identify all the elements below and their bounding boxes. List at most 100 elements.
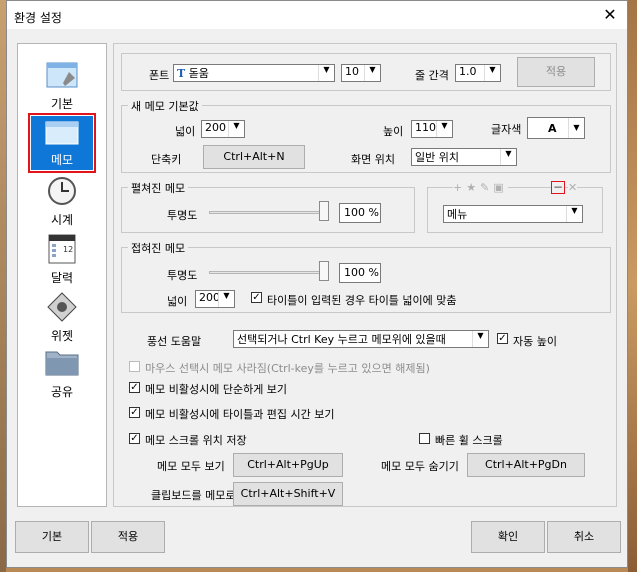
- collapsed-opacity-label: 투명도: [167, 269, 198, 282]
- sidebar-item-calendar[interactable]: 12 달력: [31, 232, 93, 286]
- sidebar-item-clock[interactable]: 시계: [31, 174, 93, 228]
- menu-value: 메뉴: [447, 208, 468, 221]
- menu-select[interactable]: 메뉴 ▼: [443, 205, 583, 223]
- default-button[interactable]: 기본: [15, 521, 89, 553]
- font-apply-button[interactable]: 적용: [517, 57, 595, 87]
- fast-wheel-checkbox[interactable]: [419, 433, 430, 444]
- window-icon: [46, 62, 78, 88]
- chevron-down-icon: ▼: [566, 206, 582, 222]
- balloon-help-label: 풍선 도움말: [147, 335, 202, 348]
- delete-icon[interactable]: ✕: [568, 181, 578, 194]
- simple-view-checkbox[interactable]: ✓: [129, 382, 140, 393]
- chevron-down-icon: ▼: [472, 331, 488, 347]
- close-icon[interactable]: ✕: [599, 5, 621, 25]
- collapsed-width-value: 200: [199, 291, 220, 304]
- category-sidebar: 기본 메모 시계 12 달력 위젯 공유: [17, 43, 107, 507]
- line-spacing-select[interactable]: 1.0 ▼: [455, 64, 501, 82]
- collapsed-width-label: 넓이: [167, 295, 188, 308]
- balloon-help-value: 선택되거나 Ctrl Key 누르고 메모위에 있을때: [237, 333, 446, 346]
- widget-icon: [47, 292, 77, 322]
- star-icon[interactable]: ★: [466, 181, 480, 194]
- expanded-opacity-label: 투명도: [167, 209, 198, 222]
- font-type-icon: T: [177, 67, 186, 80]
- shortcut-label: 단축키: [151, 153, 182, 166]
- clipboard-label: 클립보드를 메모로: [151, 489, 236, 502]
- show-all-label: 메모 모두 보기: [157, 460, 225, 473]
- hide-all-shortcut-field[interactable]: Ctrl+Alt+PgDn: [467, 453, 585, 477]
- new-memo-width-label: 넓이: [175, 125, 196, 138]
- sidebar-item-label: 공유: [50, 385, 74, 399]
- chevron-down-icon: ▼: [228, 121, 244, 137]
- expanded-opacity-slider[interactable]: [319, 201, 329, 221]
- font-value: 돋움: [188, 67, 209, 80]
- plus-icon[interactable]: +: [453, 181, 466, 194]
- text-color-value: A: [548, 122, 557, 135]
- sidebar-item-widget[interactable]: 위젯: [31, 290, 93, 344]
- new-memo-group-label: 새 메모 기본값: [128, 98, 202, 114]
- folder-icon: [45, 351, 79, 376]
- clipboard-shortcut-field[interactable]: Ctrl+Alt+Shift+V: [233, 482, 343, 506]
- font-select[interactable]: T 돋움 ▼: [173, 64, 335, 82]
- title-time-view-checkbox[interactable]: ✓: [129, 407, 140, 418]
- simple-view-label: 메모 비활성시에 단순하게 보기: [145, 383, 288, 396]
- text-color-picker[interactable]: A ▼: [527, 117, 585, 139]
- new-memo-height-label: 높이: [383, 125, 404, 138]
- font-label: 폰트: [149, 69, 170, 82]
- ok-button[interactable]: 확인: [471, 521, 545, 553]
- scroll-save-checkbox[interactable]: ✓: [129, 433, 140, 444]
- new-memo-width-select[interactable]: 200 ▼: [201, 120, 245, 138]
- text-color-label: 글자색: [491, 123, 522, 136]
- title-bar: 환경 설정 ✕: [7, 1, 627, 29]
- screen-position-select[interactable]: 일반 위치 ▼: [411, 148, 517, 166]
- settings-dialog: 환경 설정 ✕ 기본 메모 시계 12 달력 위젯 공유 폰트 T 돋움 ▼ 1…: [6, 0, 628, 568]
- pin-icon[interactable]: ✎: [480, 181, 493, 194]
- new-memo-height-value: 110: [415, 121, 436, 134]
- sidebar-item-label: 달력: [50, 271, 74, 285]
- title-time-view-label: 메모 비활성시에 타이틀과 편집 시간 보기: [145, 408, 335, 421]
- collapsed-width-select[interactable]: 200 ▼: [195, 290, 235, 308]
- sidebar-item-share[interactable]: 공유: [31, 346, 93, 400]
- sidebar-item-basic[interactable]: 기본: [31, 58, 93, 112]
- sidebar-item-label: 기본: [50, 97, 74, 111]
- new-memo-shortcut-field[interactable]: Ctrl+Alt+N: [203, 145, 305, 169]
- mouse-hide-label: 마우스 선택시 메모 사라짐(Ctrl-key를 누르고 있으면 해제됨): [145, 362, 430, 375]
- sidebar-item-label: 위젯: [50, 329, 74, 343]
- title-width-label: 타이틀이 입력된 경우 타이틀 넓이에 맞춤: [267, 294, 457, 307]
- new-memo-width-value: 200: [205, 121, 226, 134]
- line-spacing-label: 줄 간격: [415, 69, 449, 82]
- sidebar-item-label: 시계: [50, 213, 74, 227]
- image-icon[interactable]: ▣: [493, 181, 507, 194]
- chevron-down-icon: ▼: [218, 291, 234, 307]
- fast-wheel-label: 빠른 휠 스크롤: [435, 434, 503, 447]
- apply-button[interactable]: 적용: [91, 521, 165, 553]
- scroll-save-label: 메모 스크롤 위치 저장: [145, 434, 247, 447]
- cancel-button[interactable]: 취소: [547, 521, 621, 553]
- mouse-hide-checkbox[interactable]: [129, 361, 140, 372]
- desktop-background-right: [628, 0, 637, 572]
- title-width-checkbox[interactable]: ✓: [251, 292, 262, 303]
- expanded-opacity-value: 100 %: [339, 203, 381, 223]
- font-size-select[interactable]: 10 ▼: [341, 64, 381, 82]
- chevron-down-icon: ▼: [500, 149, 516, 165]
- window-title: 환경 설정: [14, 11, 62, 25]
- collapsed-opacity-value: 100 %: [339, 263, 381, 283]
- chevron-down-icon: ▼: [364, 65, 380, 81]
- menu-toolbar-icons: +★✎▣: [453, 181, 508, 194]
- screen-position-value: 일반 위치: [415, 151, 459, 164]
- minus-icon[interactable]: −: [551, 181, 565, 194]
- show-all-shortcut-field[interactable]: Ctrl+Alt+PgUp: [233, 453, 343, 477]
- screen-position-label: 화면 위치: [351, 153, 395, 166]
- chevron-down-icon: ▼: [484, 65, 500, 81]
- hide-all-label: 메모 모두 숨기기: [381, 460, 459, 473]
- collapsed-opacity-track: [209, 271, 329, 274]
- collapsed-memo-group-label: 접혀진 메모: [128, 240, 189, 256]
- auto-height-label: 자동 높이: [513, 335, 557, 348]
- auto-height-checkbox[interactable]: ✓: [497, 333, 508, 344]
- memo-window-icon: [45, 121, 79, 145]
- new-memo-height-select[interactable]: 110 ▼: [411, 120, 453, 138]
- balloon-help-select[interactable]: 선택되거나 Ctrl Key 누르고 메모위에 있을때 ▼: [233, 330, 489, 348]
- collapsed-opacity-slider[interactable]: [319, 261, 329, 281]
- sidebar-item-memo[interactable]: 메모: [28, 113, 96, 173]
- chevron-down-icon: ▼: [436, 121, 452, 137]
- sidebar-item-label: 메모: [50, 153, 74, 167]
